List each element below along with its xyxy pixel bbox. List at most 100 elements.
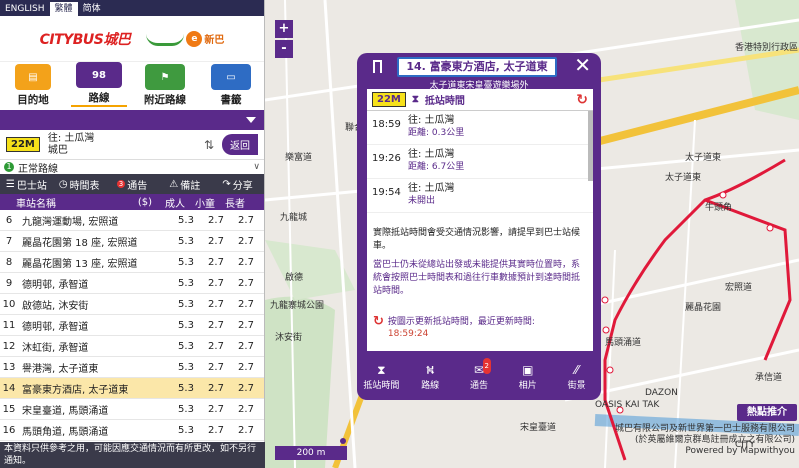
fare-senior: 2.7 xyxy=(238,424,254,436)
route-direction: 往: 土瓜灣 城巴 xyxy=(48,133,196,157)
bookmark-icon[interactable] xyxy=(373,60,382,73)
fare-adult: 5.3 xyxy=(178,256,194,268)
route-dir-to: 往: 土瓜灣 xyxy=(47,132,95,144)
destination-icon: ▤ xyxy=(15,64,51,90)
stop-name: 富豪東方酒店, 太子道東 xyxy=(22,384,129,396)
refresh-icon[interactable]: ↻ xyxy=(373,315,384,340)
route-search-bar[interactable] xyxy=(0,110,264,130)
eta-header: 22M ⧗ 抵站時間 ↻ xyxy=(367,89,593,111)
hotspot-button[interactable]: 熱點推介 xyxy=(737,404,797,421)
clock-icon: ◷ xyxy=(58,178,68,190)
route-status[interactable]: 1 正常路線 ∨ xyxy=(0,160,264,175)
nwfb-text: 新巴 xyxy=(204,35,225,46)
chevron-down-icon[interactable]: ∨ xyxy=(253,162,260,172)
eta-destination: 往: 土瓜灣 xyxy=(408,115,455,126)
fare-child: 2.7 xyxy=(208,214,224,226)
fare-adult: 5.3 xyxy=(178,382,194,394)
popup-tab-streetview[interactable]: ⁄⁄ 街景 xyxy=(555,362,599,391)
tab-bus-stops[interactable]: ☰ 巴士站 xyxy=(0,177,53,192)
stop-seq: 15 xyxy=(2,403,16,415)
table-row[interactable]: 12 沐虹街, 承智道 5.3 2.7 2.7 xyxy=(0,336,264,357)
nav-destination-label: 目的地 xyxy=(17,94,49,106)
eta-update[interactable]: ↻ 按圖示更新抵站時間，最近更新時間: 18:59:24 xyxy=(367,302,593,340)
tab-share[interactable]: ↷ 分享 xyxy=(211,177,264,192)
popup-tab-route[interactable]: ⛕ 路線 xyxy=(408,362,452,391)
header-child: 小童 xyxy=(195,198,215,210)
eta-title: 抵站時間 xyxy=(424,96,465,107)
header-adult: 成人 xyxy=(165,198,185,210)
zoom-out-button[interactable]: - xyxy=(275,40,293,58)
table-row[interactable]: 13 譽港灣, 太子道東 5.3 2.7 2.7 xyxy=(0,357,264,378)
stop-seq: 7 xyxy=(5,235,13,247)
nav-nearby-label: 附近路線 xyxy=(144,94,186,106)
popup-body: 22M ⧗ 抵站時間 ↻ 18:59 往: 土瓜灣 距離: 0.3公里 19:26 往:… xyxy=(367,89,593,351)
route-icon: ⛕ xyxy=(425,362,435,377)
back-button[interactable]: 返回 xyxy=(222,134,258,155)
update-text: 按圖示更新抵站時間，最近更新時間: xyxy=(387,317,535,327)
nav-route[interactable]: 98 路線 xyxy=(71,62,127,107)
eta-distance: 距離: 6.7公里 xyxy=(408,162,465,172)
popup-tab-notice[interactable]: ✉ 2 通告 xyxy=(457,357,501,391)
zoom-in-button[interactable]: + xyxy=(275,20,293,38)
route-toolbar: ☰ 巴士站 ◷ 時間表 3 通告 ⚠ 備註 ↷ 分享 xyxy=(0,174,264,194)
status-badge: 1 xyxy=(4,162,14,172)
stop-seq: 11 xyxy=(2,319,16,331)
fare-senior: 2.7 xyxy=(238,340,254,352)
table-row[interactable]: 6 九龍灣運動場, 宏照道 5.3 2.7 2.7 xyxy=(0,210,264,231)
close-icon[interactable]: ✕ xyxy=(574,55,591,75)
map-label: 牛頭角 xyxy=(705,203,733,213)
streetview-icon: ⁄⁄ xyxy=(574,362,579,377)
tab-notice[interactable]: 3 通告 xyxy=(106,177,159,192)
map-label: 承信道 xyxy=(755,373,783,383)
table-row[interactable]: 15 宋皇臺道, 馬頭涌道 5.3 2.7 2.7 xyxy=(0,399,264,420)
table-row[interactable]: 11 德明邨, 承智道 5.3 2.7 2.7 xyxy=(0,315,264,336)
notice-icon: ✉ 2 xyxy=(457,357,501,378)
fare-child: 2.7 xyxy=(208,277,224,289)
stop-seq: 16 xyxy=(2,424,16,436)
popup-header: 14. 富豪東方酒店, 太子道東 ✕ 太子道東宋皇臺遊樂場外 xyxy=(357,53,601,91)
table-row[interactable]: 7 麗晶花園第 18 座, 宏照道 5.3 2.7 2.7 xyxy=(0,231,264,252)
language-bar: ENGLISH 繁體 简体 xyxy=(0,0,264,16)
header-stop-name: 車站名稱 xyxy=(16,198,56,210)
table-row[interactable]: 16 馬頭角道, 馬頭涌道 5.3 2.7 2.7 xyxy=(0,420,264,441)
map-label: 太子道東 xyxy=(685,153,722,163)
popup-tab-label: 街景 xyxy=(567,380,586,391)
nav-destination[interactable]: ▤ 目的地 xyxy=(5,64,61,107)
lang-traditional[interactable]: 繁體 xyxy=(49,2,78,16)
popup-title: 14. 富豪東方酒店, 太子道東 xyxy=(397,57,557,77)
nav-bookmark[interactable]: ▭ 書籤 xyxy=(203,64,259,107)
stop-name: 馬頭角道, 馬頭涌道 xyxy=(22,426,109,438)
fare-adult: 5.3 xyxy=(178,361,194,373)
map-label: OASIS KAI TAK xyxy=(595,400,660,410)
table-row[interactable]: 8 麗晶花園第 13 座, 宏照道 5.3 2.7 2.7 xyxy=(0,252,264,273)
table-row[interactable]: 9 德明邨, 承智道 5.3 2.7 2.7 xyxy=(0,273,264,294)
map-label: 麗晶花園 xyxy=(685,303,722,313)
lang-simplified[interactable]: 简体 xyxy=(78,2,106,16)
nearby-icon: ⚑ xyxy=(145,64,185,90)
nav-nearby[interactable]: ⚑ 附近路線 xyxy=(137,64,193,107)
nav-route-label: 路線 xyxy=(71,90,127,107)
refresh-icon[interactable]: ↻ xyxy=(576,92,588,108)
fare-senior: 2.7 xyxy=(238,403,254,415)
table-row[interactable]: 14 富豪東方酒店, 太子道東 5.3 2.7 2.7 xyxy=(0,378,264,399)
lang-english[interactable]: ENGLISH xyxy=(0,2,50,16)
attribution-line-2: (於英屬維爾京群島註冊成立之有限公司) xyxy=(634,435,795,445)
swap-direction-icon[interactable]: ⇅ xyxy=(204,138,214,152)
eta-distance: 距離: 0.3公里 xyxy=(408,128,465,138)
tab-remarks[interactable]: ⚠ 備註 xyxy=(158,177,211,192)
stop-popup: 14. 富豪東方酒店, 太子道東 ✕ 太子道東宋皇臺遊樂場外 22M ⧗ 抵站時… xyxy=(357,53,601,400)
warning-icon: ⚠ xyxy=(169,178,179,190)
attribution-line-3: Powered by Mapwithyou xyxy=(685,446,795,456)
popup-scrollbar[interactable] xyxy=(588,111,593,181)
fare-adult: 5.3 xyxy=(178,424,194,436)
chevron-down-icon[interactable] xyxy=(246,117,256,123)
eta-icon: ⧗ xyxy=(377,362,386,377)
tab-timetable[interactable]: ◷ 時間表 xyxy=(53,177,106,192)
eta-note-schedule: 當巴士仍未從總站出發或未能提供其實時位置時，系統會按照巴士時間表和過往行車數據預… xyxy=(373,260,581,296)
share-icon: ↷ xyxy=(222,178,231,190)
eta-note: 實際抵站時間會受交通情況影響，請提早到巴士站候車。 xyxy=(373,228,581,251)
fare-senior: 2.7 xyxy=(238,277,254,289)
popup-tab-photo[interactable]: ▣ 相片 xyxy=(506,362,550,391)
table-row[interactable]: 10 啟德站, 沐安街 5.3 2.7 2.7 xyxy=(0,294,264,315)
popup-tab-eta[interactable]: ⧗ 抵站時間 xyxy=(359,362,403,391)
